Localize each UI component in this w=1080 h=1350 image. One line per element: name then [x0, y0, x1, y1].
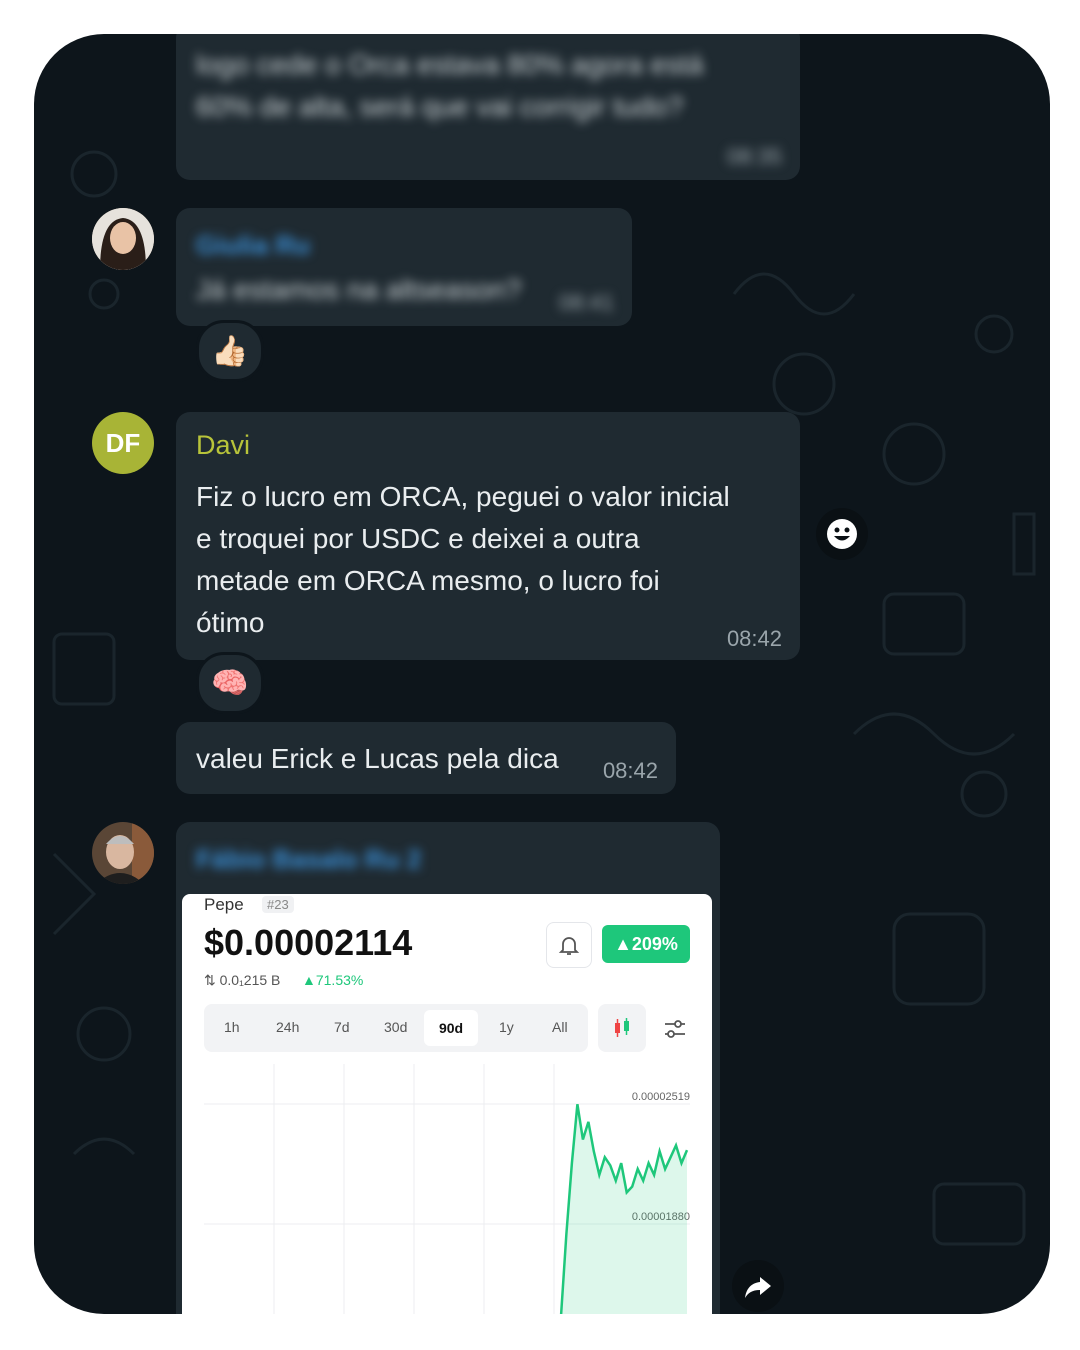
tab-1h[interactable]: 1h — [224, 1019, 240, 1035]
shared-image-card[interactable]: Pepe #23 $0.00002114 ⇅ 0.0₁215 B ▲71.53%… — [182, 894, 712, 1314]
y-label-high: 0.00002519 — [632, 1091, 690, 1103]
message-text: valeu Erick e Lucas pela dica — [196, 743, 559, 774]
avatar-initials: DF — [105, 427, 141, 458]
timeframe-tabs: 1h 24h 7d 30d 90d 1y All — [204, 1004, 588, 1052]
message-line-3: metade em ORCA mesmo, o lucro foi — [196, 565, 660, 596]
message-text: Já estamos na altseason? — [196, 274, 522, 305]
price-area — [561, 1104, 687, 1314]
tab-30d[interactable]: 30d — [384, 1019, 407, 1035]
chart-settings-button[interactable] — [658, 1012, 692, 1046]
sliders-icon — [665, 1020, 685, 1038]
message-line-4: ótimo — [196, 607, 265, 638]
coin-rank: #23 — [262, 896, 294, 913]
avatar-davi[interactable]: DF — [92, 412, 154, 474]
message-line-2: e troquei por USDC e deixei a outra — [196, 523, 640, 554]
tab-7d[interactable]: 7d — [334, 1019, 350, 1035]
message-bubble-2[interactable]: Giulia Ru Já estamos na altseason? 08:41 — [176, 208, 632, 326]
sender-name: Davi — [196, 430, 251, 460]
chat-window: logo cede o Orca estava 80% agora está 6… — [34, 34, 1050, 1314]
avatar-fabio[interactable] — [92, 822, 154, 884]
message-time: 08:41 — [558, 290, 614, 315]
reaction-thumbs-up[interactable]: 👍🏻 — [196, 320, 264, 382]
message-time: 08:42 — [726, 626, 782, 651]
tab-all[interactable]: All — [552, 1019, 568, 1035]
sender-name: Giulia Ru — [196, 230, 311, 260]
reaction-brain[interactable]: 🧠 — [196, 652, 264, 714]
sender-name: Fábio Basalo Ru 2 — [196, 844, 422, 874]
message-bubble-davi[interactable]: Davi Fiz o lucro em ORCA, peguei o valor… — [176, 412, 800, 660]
tab-90d[interactable]: 90d — [424, 1010, 478, 1046]
change-badge: ▲209% — [602, 925, 690, 963]
bell-icon — [558, 937, 580, 955]
message-bubble-thanks[interactable]: valeu Erick e Lucas pela dica 08:42 — [176, 722, 676, 794]
volume-text: ⇅ 0.0₁215 B — [204, 972, 281, 988]
candlestick-icon — [615, 1018, 629, 1037]
smile-icon — [827, 519, 857, 549]
message-text: logo cede o Orca estava 80% agora está — [196, 49, 704, 80]
message-text: 60% de alta, será que vai corrigir tudo? — [196, 91, 684, 122]
emoji-react-button[interactable] — [816, 508, 868, 560]
message-time: 08:42 — [602, 758, 658, 783]
avatar-photo — [92, 208, 154, 270]
message-bubble-1[interactable]: logo cede o Orca estava 80% agora está 6… — [176, 34, 800, 180]
candle-toggle[interactable] — [598, 1004, 646, 1052]
forward-button[interactable] — [732, 1260, 784, 1312]
avatar-giulia[interactable] — [92, 208, 154, 270]
forward-icon — [745, 1277, 771, 1298]
tab-24h[interactable]: 24h — [276, 1019, 299, 1035]
coin-price: $0.00002114 — [204, 922, 413, 963]
alert-button[interactable] — [546, 922, 592, 968]
message-time: 08:35 — [726, 144, 782, 169]
tab-1y[interactable]: 1y — [499, 1019, 514, 1035]
message-line-1: Fiz o lucro em ORCA, peguei o valor inic… — [196, 481, 730, 512]
avatar-photo — [92, 822, 154, 884]
coin-name: Pepe — [204, 895, 244, 914]
price-chart[interactable]: 0.00002519 0.00001880 — [182, 1064, 712, 1314]
volume-change: ▲71.53% — [302, 972, 364, 988]
